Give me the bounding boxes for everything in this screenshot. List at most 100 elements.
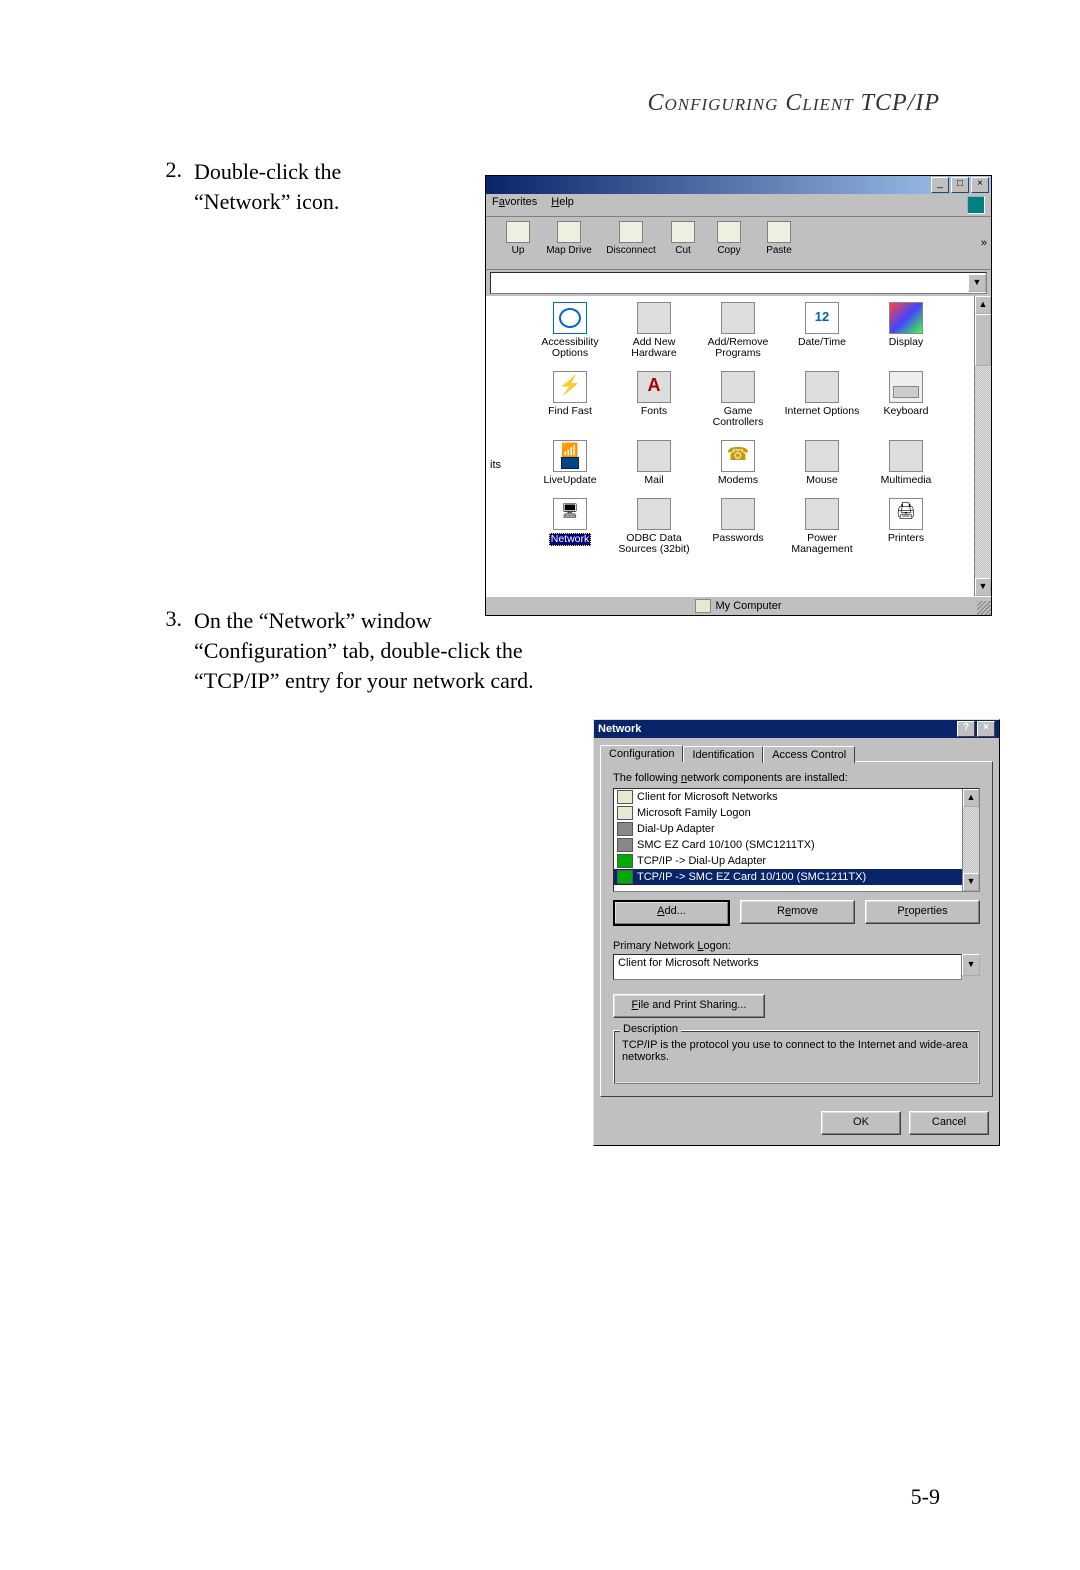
page-header: Configuring Client TCP/IP [140, 90, 940, 117]
icon-keyboard[interactable]: Keyboard [864, 371, 948, 428]
list-item[interactable]: TCP/IP -> Dial-Up Adapter [614, 853, 962, 869]
icon-fonts[interactable]: Fonts [612, 371, 696, 428]
tab-configuration[interactable]: Configuration [600, 745, 683, 762]
client-icon [617, 790, 633, 804]
menu-favorites[interactable]: Favorites [492, 196, 537, 214]
toolbar-paste[interactable]: Paste [754, 221, 804, 256]
client-icon [617, 806, 633, 820]
datetime-icon [805, 302, 839, 334]
scroll-down-icon[interactable]: ▼ [963, 873, 979, 891]
cancel-button[interactable]: Cancel [909, 1111, 989, 1135]
primary-logon-combo[interactable]: Client for Microsoft Networks ▼ [613, 954, 980, 980]
step-2-number: 2. [140, 157, 194, 183]
protocol-icon [617, 870, 633, 884]
icon-display[interactable]: Display [864, 302, 948, 359]
icon-datetime[interactable]: Date/Time [780, 302, 864, 359]
maximize-button[interactable]: □ [951, 177, 969, 193]
icon-accessibility[interactable]: Accessibility Options [528, 302, 612, 359]
icon-game[interactable]: Game Controllers [696, 371, 780, 428]
toolbar-map-drive[interactable]: Map Drive [538, 221, 600, 256]
icon-internet[interactable]: Internet Options [780, 371, 864, 428]
icon-power[interactable]: Power Management [780, 498, 864, 555]
list-item[interactable]: SMC EZ Card 10/100 (SMC1211TX) [614, 837, 962, 853]
toolbar-cut[interactable]: Cut [662, 221, 704, 256]
icon-network[interactable]: Network [528, 498, 612, 555]
toolbar-overflow[interactable]: » [981, 237, 987, 249]
components-listbox[interactable]: Client for Microsoft Networks Microsoft … [613, 788, 980, 892]
add-hardware-icon [637, 302, 671, 334]
toolbar-disconnect[interactable]: Disconnect [600, 221, 662, 256]
remove-button[interactable]: Remove [740, 900, 855, 924]
step-3: 3. On the “Network” window “Configuratio… [140, 606, 940, 695]
dialog-close-button[interactable]: × [977, 721, 995, 737]
address-bar[interactable]: ▼ [490, 272, 987, 294]
copy-icon [717, 221, 741, 243]
icon-odbc[interactable]: ODBC Data Sources (32bit) [612, 498, 696, 555]
map-drive-icon [557, 221, 581, 243]
findfast-icon [553, 371, 587, 403]
step-2-text: Double-click the “Network” icon. [194, 157, 424, 216]
description-legend: Description [620, 1023, 681, 1035]
scroll-down-icon[interactable]: ▼ [975, 578, 991, 596]
toolbar-copy[interactable]: Copy [704, 221, 754, 256]
tab-strip: Configuration Identification Access Cont… [594, 738, 999, 761]
liveupdate-icon [553, 440, 587, 472]
close-button[interactable]: × [971, 177, 989, 193]
icon-liveupdate[interactable]: LiveUpdate [528, 440, 612, 486]
vertical-scrollbar[interactable]: ▲ ▼ [974, 296, 991, 596]
icon-multimedia[interactable]: Multimedia [864, 440, 948, 486]
icon-add-remove[interactable]: Add/Remove Programs [696, 302, 780, 359]
icon-modems[interactable]: Modems [696, 440, 780, 486]
modems-icon [721, 440, 755, 472]
step-3-text: On the “Network” window “Configuration” … [194, 606, 564, 695]
icon-passwords[interactable]: Passwords [696, 498, 780, 555]
network-icon [553, 498, 587, 530]
adapter-icon [617, 822, 633, 836]
file-print-sharing-button[interactable]: File and Print Sharing... [613, 994, 765, 1018]
address-dropdown-icon[interactable]: ▼ [968, 274, 986, 292]
add-button[interactable]: Add... [613, 900, 730, 926]
scroll-thumb[interactable] [975, 314, 991, 366]
tab-identification[interactable]: Identification [683, 746, 763, 763]
scroll-up-icon[interactable]: ▲ [963, 789, 979, 807]
resize-grip[interactable] [977, 601, 991, 615]
status-bar: My Computer [486, 596, 991, 615]
odbc-icon [637, 498, 671, 530]
display-icon [889, 302, 923, 334]
help-button[interactable]: ? [957, 721, 975, 737]
toolbar-up[interactable]: Up [498, 221, 538, 256]
menu-help[interactable]: Help [551, 196, 574, 214]
cut-icon [671, 221, 695, 243]
icon-add-hardware[interactable]: Add New Hardware [612, 302, 696, 359]
list-item[interactable]: Microsoft Family Logon [614, 805, 962, 821]
page-number: 5-9 [911, 1484, 940, 1510]
add-remove-icon [721, 302, 755, 334]
keyboard-icon [889, 371, 923, 403]
paste-icon [767, 221, 791, 243]
passwords-icon [721, 498, 755, 530]
mouse-icon [805, 440, 839, 472]
adapter-icon [617, 838, 633, 852]
tab-access-control[interactable]: Access Control [763, 746, 855, 763]
mail-icon [637, 440, 671, 472]
list-item[interactable]: Client for Microsoft Networks [614, 789, 962, 805]
list-item-selected[interactable]: TCP/IP -> SMC EZ Card 10/100 (SMC1211TX) [614, 869, 962, 885]
list-scrollbar[interactable]: ▲ ▼ [962, 789, 979, 891]
icon-findfast[interactable]: Find Fast [528, 371, 612, 428]
multimedia-icon [889, 440, 923, 472]
icon-printers[interactable]: Printers [864, 498, 948, 555]
dialog-title: Network [598, 723, 641, 735]
properties-button[interactable]: Properties [865, 900, 980, 924]
icon-mouse[interactable]: Mouse [780, 440, 864, 486]
disconnect-icon [619, 221, 643, 243]
primary-logon-label: Primary Network Logon: [613, 940, 980, 952]
scroll-up-icon[interactable]: ▲ [975, 296, 991, 314]
protocol-icon [617, 854, 633, 868]
ok-button[interactable]: OK [821, 1111, 901, 1135]
icon-mail[interactable]: Mail [612, 440, 696, 486]
step-3-number: 3. [140, 606, 194, 632]
combo-dropdown-icon[interactable]: ▼ [962, 954, 980, 976]
minimize-button[interactable]: _ [931, 177, 949, 193]
list-item[interactable]: Dial-Up Adapter [614, 821, 962, 837]
description-group: Description TCP/IP is the protocol you u… [613, 1030, 980, 1084]
